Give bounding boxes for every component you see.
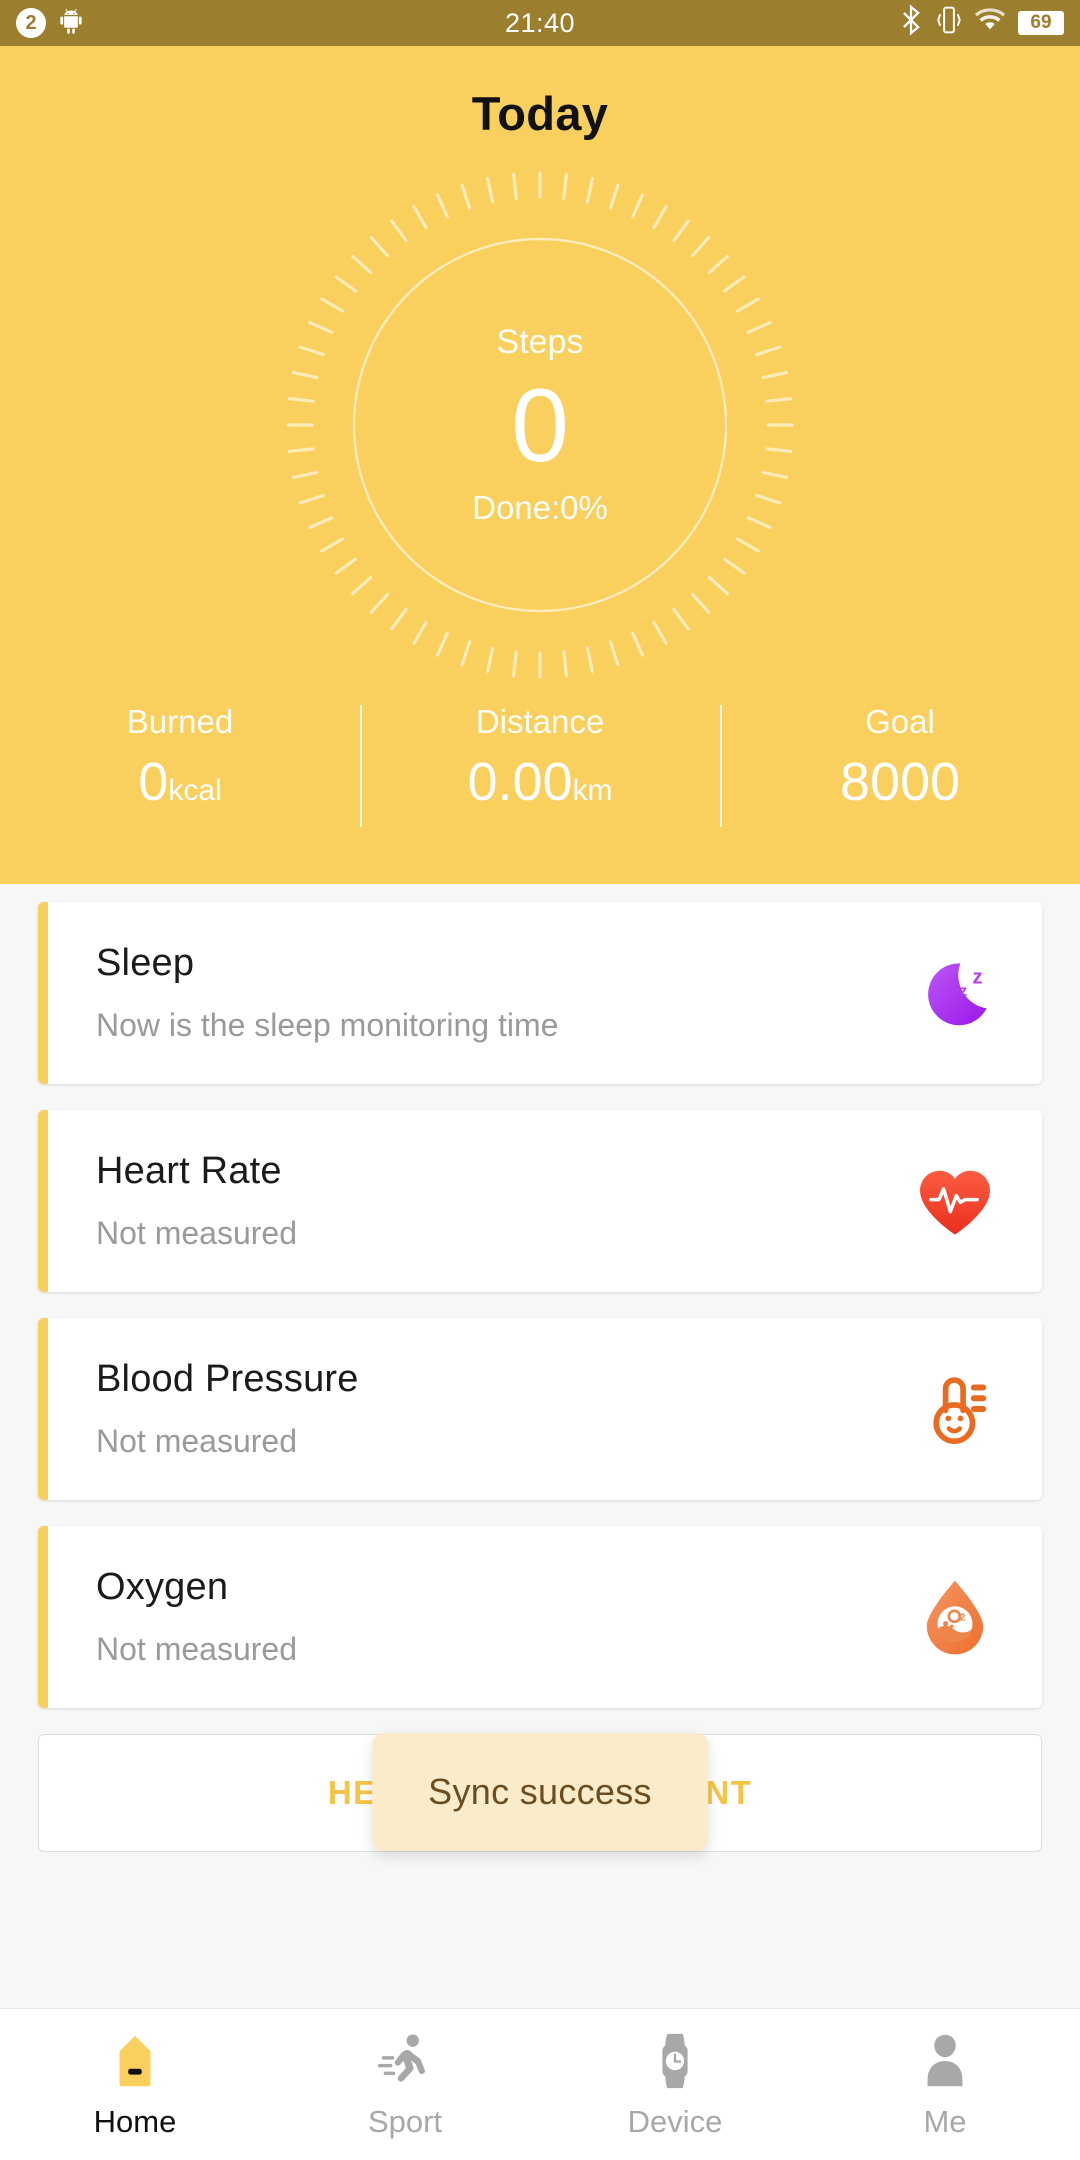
stat-goal-value: 8000 xyxy=(720,751,1080,813)
stat-burned[interactable]: Burned 0kcal xyxy=(0,699,360,841)
blood-oxygen-icon: 2 xyxy=(912,1574,998,1660)
card-sleep-title: Sleep xyxy=(96,942,195,984)
vibrate-icon xyxy=(936,4,962,43)
runner-icon xyxy=(374,2030,436,2092)
card-heart-rate-title: Heart Rate xyxy=(96,1150,282,1192)
summary-stats: Burned 0kcal Distance 0.00km Goal 8000 xyxy=(0,699,1080,841)
sync-toast: Sync success xyxy=(372,1733,708,1851)
nav-label-sport: Sport xyxy=(367,2103,443,2139)
card-accent-bar xyxy=(38,1110,48,1292)
card-oxygen-title: Oxygen xyxy=(96,1566,229,1608)
card-accent-bar xyxy=(38,1318,48,1500)
bluetooth-icon xyxy=(899,3,923,43)
stat-distance[interactable]: Distance 0.00km xyxy=(360,699,720,841)
blood-pressure-icon xyxy=(912,1366,998,1452)
person-icon xyxy=(914,2030,976,2092)
steps-dial-center: Steps 0 Done:0% xyxy=(280,165,800,685)
svg-text:2: 2 xyxy=(960,1612,966,1623)
card-heart-rate[interactable]: Heart Rate Not measured xyxy=(38,1110,1042,1292)
card-blood-pressure-text: Blood Pressure Not measured xyxy=(96,1358,912,1460)
app-root: 2 21:40 69 Today Steps 0 Done:0% Burned … xyxy=(0,0,1080,2160)
steps-dial[interactable]: Steps 0 Done:0% xyxy=(280,165,800,685)
card-heart-rate-text: Heart Rate Not measured xyxy=(96,1150,912,1252)
wifi-icon xyxy=(975,7,1005,40)
steps-value: 0 xyxy=(511,368,569,485)
status-bar: 2 21:40 69 xyxy=(0,0,1080,46)
stat-burned-value: 0kcal xyxy=(0,751,360,813)
stat-burned-unit: kcal xyxy=(168,774,222,807)
stat-distance-number: 0.00 xyxy=(467,752,573,812)
svg-text:z: z xyxy=(960,984,967,1000)
steps-label: Steps xyxy=(496,323,584,362)
nav-item-sport[interactable]: Sport xyxy=(270,2030,540,2140)
page-title: Today xyxy=(471,87,609,140)
svg-text:z: z xyxy=(972,967,982,989)
card-blood-pressure[interactable]: Blood Pressure Not measured xyxy=(38,1318,1042,1500)
card-oxygen-subtitle: Not measured xyxy=(96,1631,297,1667)
nav-item-me[interactable]: Me xyxy=(810,2030,1080,2140)
android-robot-icon xyxy=(56,5,86,42)
card-sleep-text: Sleep Now is the sleep monitoring time xyxy=(96,942,912,1044)
card-accent-bar xyxy=(38,1526,48,1708)
stat-burned-label: Burned xyxy=(126,703,234,740)
bottom-navigation: Home Sport Device Me xyxy=(0,2008,1080,2160)
stat-burned-number: 0 xyxy=(138,752,169,812)
status-bar-left: 2 xyxy=(16,5,86,42)
nav-item-device[interactable]: Device xyxy=(540,2030,810,2140)
notification-count-badge: 2 xyxy=(16,8,46,38)
nav-label-me: Me xyxy=(923,2103,967,2139)
battery-indicator: 69 xyxy=(1018,10,1064,36)
card-sleep-subtitle: Now is the sleep monitoring time xyxy=(96,1007,559,1043)
card-blood-pressure-subtitle: Not measured xyxy=(96,1423,297,1459)
stat-goal-label: Goal xyxy=(865,703,935,740)
sleep-moon-icon: z z xyxy=(912,950,998,1036)
card-heart-rate-subtitle: Not measured xyxy=(96,1215,297,1251)
stat-distance-label: Distance xyxy=(475,703,605,740)
today-header: Today Steps 0 Done:0% Burned 0kcal Dista… xyxy=(0,46,1080,884)
home-icon xyxy=(104,2030,166,2092)
card-sleep[interactable]: Sleep Now is the sleep monitoring time z… xyxy=(38,902,1042,1084)
stat-goal-number: 8000 xyxy=(839,752,961,812)
stat-goal[interactable]: Goal 8000 xyxy=(720,699,1080,841)
status-bar-right: 69 xyxy=(899,3,1064,43)
nav-label-device: Device xyxy=(627,2103,723,2139)
steps-done-percent: Done:0% xyxy=(472,488,608,526)
card-accent-bar xyxy=(38,902,48,1084)
card-oxygen-text: Oxygen Not measured xyxy=(96,1566,912,1668)
stat-distance-unit: km xyxy=(572,774,613,807)
card-oxygen[interactable]: Oxygen Not measured 2 xyxy=(38,1526,1042,1708)
card-blood-pressure-title: Blood Pressure xyxy=(96,1358,359,1400)
nav-item-home[interactable]: Home xyxy=(0,2030,270,2140)
watch-icon xyxy=(644,2030,706,2092)
heart-rate-icon xyxy=(912,1158,998,1244)
stat-distance-value: 0.00km xyxy=(360,751,720,813)
nav-label-home: Home xyxy=(93,2103,177,2139)
